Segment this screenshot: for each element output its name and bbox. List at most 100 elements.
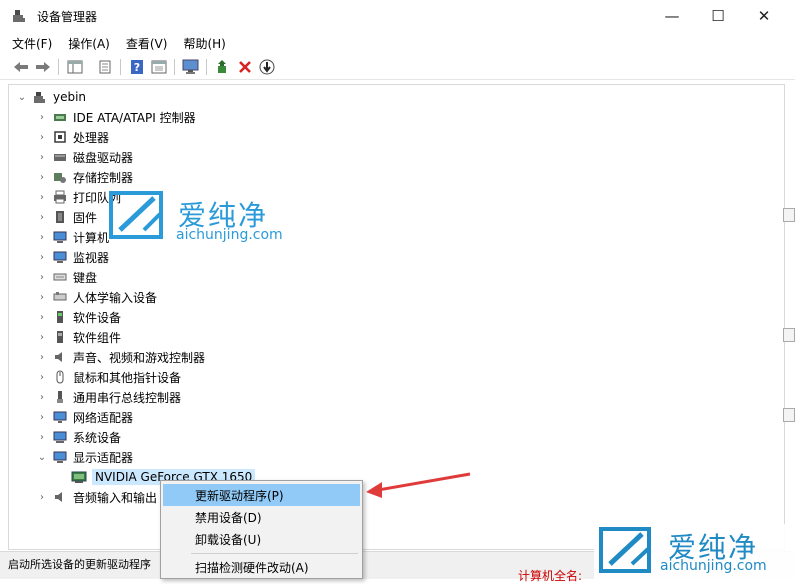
disk-drive-icon: [52, 150, 68, 164]
tree-item-label: 鼠标和其他指针设备: [73, 370, 182, 385]
tree-item-label: 通用串行总线控制器: [73, 390, 182, 405]
watermark-corner-brand-url: aichunjing.com: [660, 558, 767, 574]
expand-chevron-icon[interactable]: ›: [35, 392, 49, 403]
monitor-scan-icon: [182, 59, 199, 74]
menu-action[interactable]: 操作(A): [68, 35, 110, 52]
help-button[interactable]: ?: [128, 58, 146, 76]
expand-chevron-icon[interactable]: ›: [35, 212, 49, 223]
tree-item-label: 计算机: [73, 230, 110, 245]
audio-io-label: 音频输入和输出: [73, 490, 158, 505]
tree-item-label: 人体学输入设备: [73, 290, 158, 305]
tree-item-firmware[interactable]: › 固件: [35, 207, 97, 227]
device-view-button[interactable]: [150, 58, 168, 76]
tree-item-mouse[interactable]: › 鼠标和其他指针设备: [35, 367, 181, 387]
menu-view[interactable]: 查看(V): [126, 35, 168, 52]
toolbar-separator: [58, 59, 59, 75]
tree-item-label: 监视器: [73, 250, 110, 265]
annotation-arrow: [366, 472, 471, 498]
device-view-icon: [151, 60, 167, 74]
expand-chevron-icon[interactable]: ›: [35, 172, 49, 183]
uninstall-icon: [239, 61, 251, 73]
menu-disable-device[interactable]: 禁用设备(D): [163, 506, 360, 528]
expand-chevron-icon[interactable]: ›: [35, 412, 49, 423]
tree-item-system-device[interactable]: › 系统设备: [35, 427, 121, 447]
collapse-chevron-icon[interactable]: ⌄: [35, 452, 49, 463]
expand-chevron-icon[interactable]: ›: [35, 332, 49, 343]
expand-chevron-icon[interactable]: ›: [35, 192, 49, 203]
tree-item-label: 显示适配器: [73, 450, 134, 465]
collapse-chevron-icon[interactable]: ⌄: [15, 92, 29, 103]
expand-chevron-icon[interactable]: ›: [35, 112, 49, 123]
expand-chevron-icon[interactable]: ›: [35, 292, 49, 303]
toolbar-separator: [174, 59, 175, 75]
firmware-icon: [52, 210, 68, 224]
tree-item-display-adapter[interactable]: ⌄ 显示适配器: [35, 447, 133, 467]
expand-chevron-icon[interactable]: ›: [35, 492, 49, 503]
tree-item-processor[interactable]: › 处理器: [35, 127, 109, 147]
storage-controller-icon: [52, 170, 68, 184]
expand-chevron-icon[interactable]: ›: [35, 312, 49, 323]
menu-uninstall-device[interactable]: 卸载设备(U): [163, 528, 360, 550]
back-button[interactable]: [12, 58, 30, 76]
expand-chevron-icon[interactable]: ›: [35, 152, 49, 163]
tree-item-usb[interactable]: › 通用串行总线控制器: [35, 387, 181, 407]
tree-item-label: 键盘: [73, 270, 98, 285]
mouse-icon: [52, 370, 68, 384]
audio-io-icon: [52, 490, 68, 504]
hid-icon: [52, 290, 68, 304]
tree-item-label: 网络适配器: [73, 410, 134, 425]
toolbar: ?: [0, 54, 795, 80]
tree-item-monitor[interactable]: › 监视器: [35, 247, 109, 267]
watermark-corner: 爱纯净 aichunjing.com: [594, 524, 795, 579]
expand-chevron-icon[interactable]: ›: [35, 272, 49, 283]
printer-icon: [52, 190, 68, 204]
tree-item-audio-io[interactable]: › 音频输入和输出: [35, 487, 157, 507]
svg-text:?: ?: [134, 61, 140, 74]
expand-chevron-icon[interactable]: ›: [35, 432, 49, 443]
uninstall-device-button[interactable]: [236, 58, 254, 76]
forward-icon: [36, 62, 50, 72]
maximize-icon: ☐: [711, 7, 725, 25]
monitor-icon: [52, 250, 68, 264]
tree-item-label: 软件设备: [73, 310, 122, 325]
menu-separator: [191, 553, 358, 554]
close-icon: ✕: [757, 7, 771, 25]
show-hide-tree-button[interactable]: [66, 58, 84, 76]
tree-item-storage-controller[interactable]: › 存储控制器: [35, 167, 133, 187]
menu-update-driver[interactable]: 更新驱动程序(P): [163, 484, 360, 506]
minimize-button[interactable]: —: [649, 0, 695, 32]
expand-chevron-icon[interactable]: ›: [35, 132, 49, 143]
tree-item-software-device[interactable]: › 软件设备: [35, 307, 121, 327]
status-text: 启动所选设备的更新驱动程序: [8, 558, 151, 571]
expand-chevron-icon[interactable]: ›: [35, 252, 49, 263]
menu-scan-hardware[interactable]: 扫描检测硬件改动(A): [163, 556, 360, 578]
close-button[interactable]: ✕: [741, 0, 787, 32]
ide-controller-icon: [52, 110, 68, 124]
root-label: yebin: [53, 90, 87, 104]
expand-chevron-icon[interactable]: ›: [35, 372, 49, 383]
forward-button[interactable]: [34, 58, 52, 76]
tree-item-sound[interactable]: › 声音、视频和游戏控制器: [35, 347, 205, 367]
tree-root[interactable]: ⌄ yebin: [15, 87, 86, 107]
watermark-brand-url: aichunjing.com: [176, 227, 283, 243]
menu-bar: 文件(F) 操作(A) 查看(V) 帮助(H): [0, 32, 795, 54]
display-adapter-icon: [52, 450, 68, 464]
tree-item-keyboard[interactable]: › 键盘: [35, 267, 97, 287]
expand-chevron-icon[interactable]: ›: [35, 352, 49, 363]
properties-button[interactable]: [96, 58, 114, 76]
tree-item-ide-controller[interactable]: › IDE ATA/ATAPI 控制器: [35, 107, 196, 127]
enable-device-button[interactable]: [214, 58, 232, 76]
tree-item-hid[interactable]: › 人体学输入设备: [35, 287, 157, 307]
tree-item-computer[interactable]: › 计算机: [35, 227, 109, 247]
scan-hardware-button[interactable]: [182, 58, 200, 76]
update-driver-button[interactable]: [258, 58, 276, 76]
tree-item-network-adapter[interactable]: › 网络适配器: [35, 407, 133, 427]
menu-file[interactable]: 文件(F): [12, 35, 52, 52]
properties-icon: [99, 60, 111, 74]
menu-help[interactable]: 帮助(H): [183, 35, 225, 52]
tree-item-software-component[interactable]: › 软件组件: [35, 327, 121, 347]
software-component-icon: [52, 330, 68, 344]
tree-item-disk-drive[interactable]: › 磁盘驱动器: [35, 147, 133, 167]
expand-chevron-icon[interactable]: ›: [35, 232, 49, 243]
maximize-button[interactable]: ☐: [695, 0, 741, 32]
